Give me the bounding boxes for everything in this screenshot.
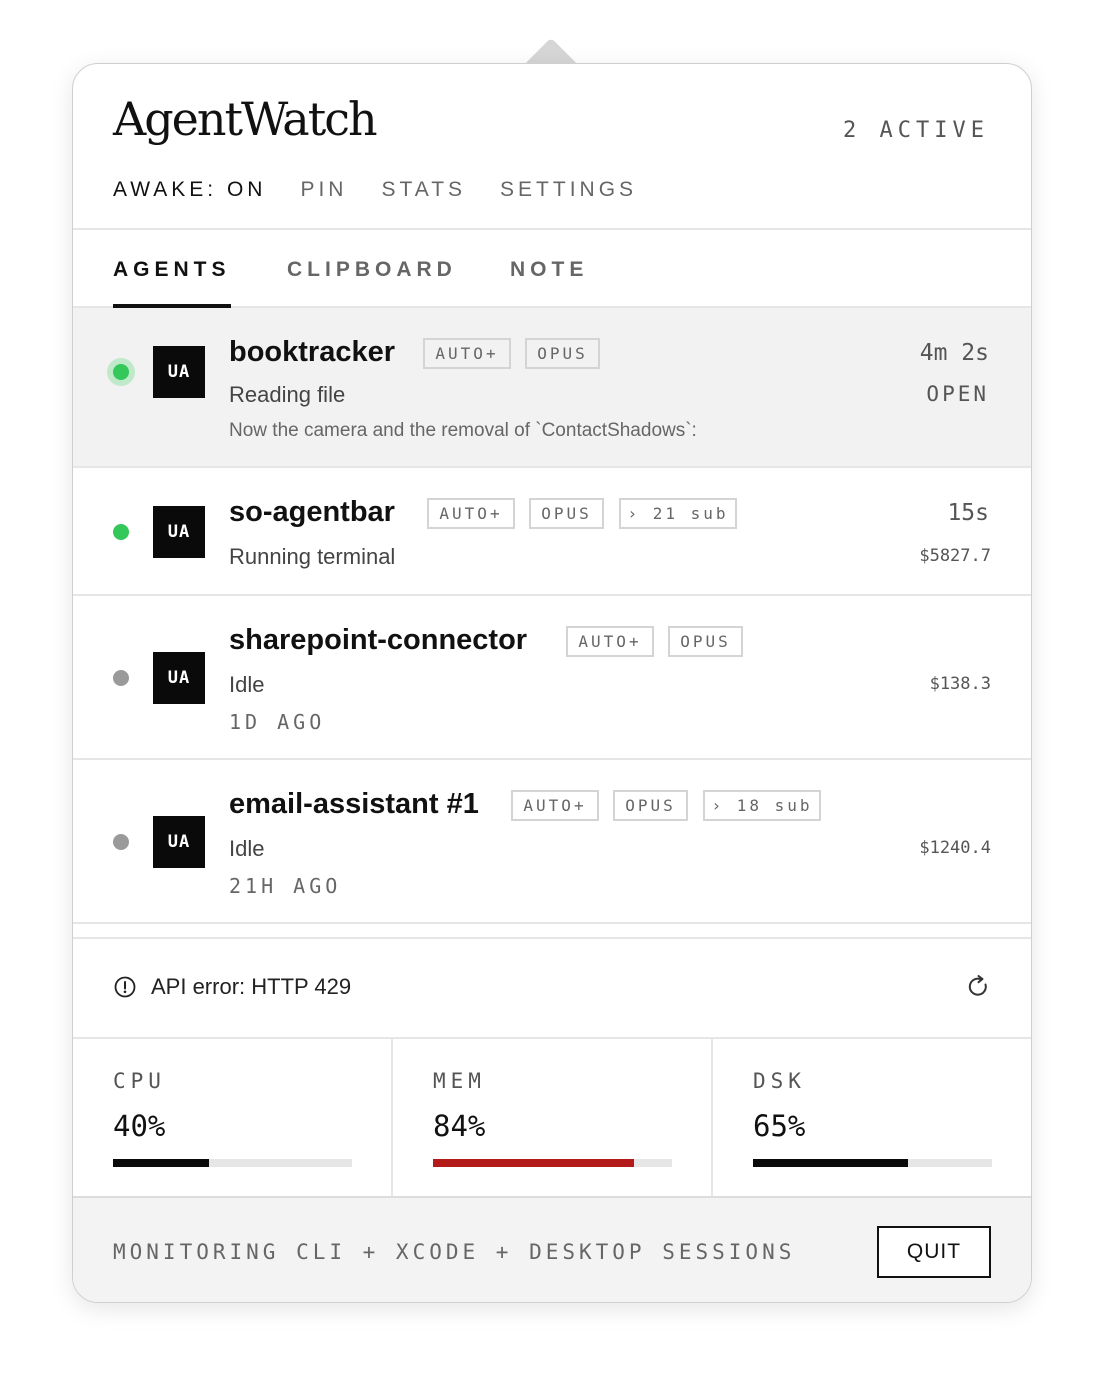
stat-bar — [753, 1159, 992, 1167]
agent-row-booktracker[interactable]: UA booktracker AUTO+ OPUS Reading file N… — [73, 308, 1031, 468]
avatar: UA — [153, 652, 205, 704]
refresh-icon[interactable] — [967, 974, 991, 1000]
stat-label: CPU — [113, 1069, 166, 1093]
stats-button[interactable]: STATS — [381, 178, 466, 202]
last-active: 1D AGO — [229, 710, 326, 734]
elapsed-time: 15s — [947, 500, 989, 526]
stat-value: 40% — [113, 1109, 166, 1143]
tag-model: OPUS — [613, 790, 688, 821]
stat-mem: MEM 84% — [393, 1039, 713, 1196]
tab-clipboard[interactable]: CLIPBOARD — [287, 258, 457, 282]
stat-bar — [113, 1159, 352, 1167]
alert-circle-icon — [114, 976, 136, 998]
agent-name: email-assistant #1 — [229, 788, 479, 820]
stat-dsk: DSK 65% — [713, 1039, 1031, 1196]
error-banner: API error: HTTP 429 — [73, 937, 1031, 1039]
avatar: UA — [153, 506, 205, 558]
top-nav: AWAKE: ON PIN STATS SETTINGS — [113, 178, 671, 202]
tag-model: OPUS — [529, 498, 604, 529]
tag-auto: AUTO+ — [566, 626, 654, 657]
tag-model: OPUS — [668, 626, 743, 657]
header: AgentWatch 2 ACTIVE AWAKE: ON PIN STATS … — [73, 64, 1031, 230]
agent-row-sharepoint-connector[interactable]: UA sharepoint-connector AUTO+ OPUS Idle … — [73, 596, 1031, 760]
stat-label: DSK — [753, 1069, 806, 1093]
system-stats: CPU 40% MEM 84% DSK 65% — [73, 1039, 1031, 1196]
monitoring-info: MONITORING CLI + XCODE + DESKTOP SESSION… — [113, 1240, 796, 1264]
agent-detail: Now the camera and the removal of `Conta… — [229, 420, 697, 441]
settings-button[interactable]: SETTINGS — [500, 178, 637, 202]
last-active: 21H AGO — [229, 874, 342, 898]
stat-bar — [433, 1159, 672, 1167]
pin-button[interactable]: PIN — [300, 178, 347, 202]
app-title: AgentWatch — [113, 92, 378, 146]
avatar: UA — [153, 816, 205, 868]
tag-subagents: › 21 sub — [619, 498, 737, 529]
agent-cost: $5827.7 — [919, 546, 991, 566]
quit-button[interactable]: QUIT — [877, 1226, 991, 1278]
tag-auto: AUTO+ — [423, 338, 511, 369]
agentwatch-popover: AgentWatch 2 ACTIVE AWAKE: ON PIN STATS … — [72, 63, 1032, 1303]
status-dot-active — [113, 364, 129, 380]
stat-value: 65% — [753, 1109, 806, 1143]
stat-value: 84% — [433, 1109, 486, 1143]
tab-agents[interactable]: AGENTS — [113, 258, 231, 282]
status-dot-active — [113, 524, 129, 540]
tab-note[interactable]: NOTE — [510, 258, 588, 282]
stat-bar-fill — [113, 1159, 209, 1167]
stat-cpu: CPU 40% — [73, 1039, 393, 1196]
footer: MONITORING CLI + XCODE + DESKTOP SESSION… — [73, 1196, 1031, 1302]
agent-row-email-assistant-1[interactable]: UA email-assistant #1 AUTO+ OPUS › 18 su… — [73, 760, 1031, 924]
tag-auto: AUTO+ — [427, 498, 515, 529]
agent-status: Reading file — [229, 382, 346, 407]
agent-status: Running terminal — [229, 544, 396, 569]
stat-label: MEM — [433, 1069, 486, 1093]
agent-name: booktracker — [229, 336, 396, 368]
stat-bar-fill — [753, 1159, 909, 1167]
tab-bar: AGENTS CLIPBOARD NOTE — [73, 230, 1031, 308]
agent-row-so-agentbar[interactable]: UA so-agentbar AUTO+ OPUS › 21 sub Runni… — [73, 468, 1031, 596]
status-dot-idle — [113, 670, 129, 686]
tag-subagents: › 18 sub — [703, 790, 821, 821]
tag-auto: AUTO+ — [511, 790, 599, 821]
agent-cost: $1240.4 — [919, 838, 991, 858]
stat-bar-fill — [433, 1159, 634, 1167]
status-dot-idle — [113, 834, 129, 850]
agent-status: Idle — [229, 836, 265, 861]
error-message: API error: HTTP 429 — [151, 974, 352, 999]
agent-status: Idle — [229, 672, 265, 697]
agent-name: sharepoint-connector — [229, 624, 528, 656]
avatar: UA — [153, 346, 205, 398]
active-count: 2 ACTIVE — [843, 118, 989, 143]
tag-model: OPUS — [525, 338, 600, 369]
agent-cost: $138.3 — [929, 674, 991, 694]
open-button[interactable]: OPEN — [926, 382, 989, 406]
agent-name: so-agentbar — [229, 496, 395, 528]
elapsed-time: 4m 2s — [919, 340, 989, 366]
awake-toggle[interactable]: AWAKE: ON — [113, 178, 266, 202]
